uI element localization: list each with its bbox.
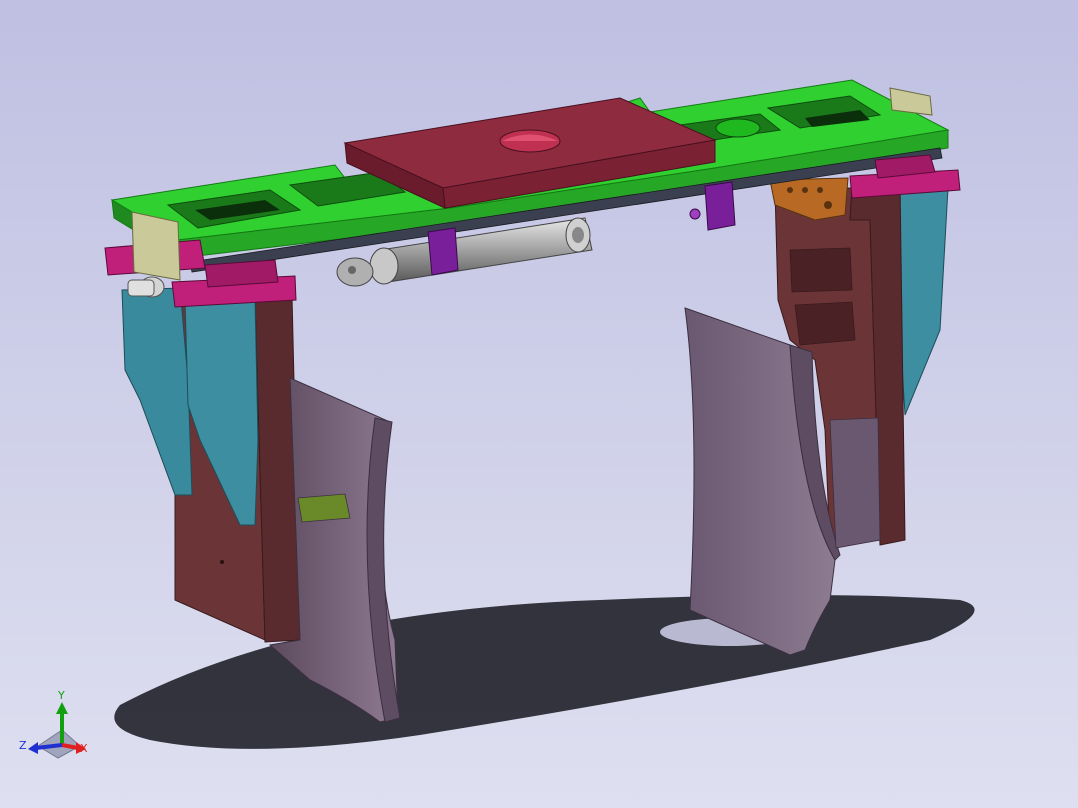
cad-viewport[interactable]: Y X Z [0, 0, 1078, 808]
gripper-assembly-model[interactable]: Y X Z [0, 0, 1078, 808]
right-gripper-arm [684, 177, 949, 656]
left-finger-rear [121, 287, 193, 496]
left-gripper-arm [104, 211, 401, 723]
right-end-block [889, 87, 933, 116]
bracket-center-left [427, 227, 459, 276]
coordinate-triad: Y X Z [19, 689, 88, 759]
bracket-center-right [704, 181, 736, 231]
triad-label-y: Y [57, 689, 65, 702]
left-end-block [131, 211, 181, 281]
triad-label-z: Z [19, 739, 27, 752]
triad-label-x: X [80, 742, 88, 755]
